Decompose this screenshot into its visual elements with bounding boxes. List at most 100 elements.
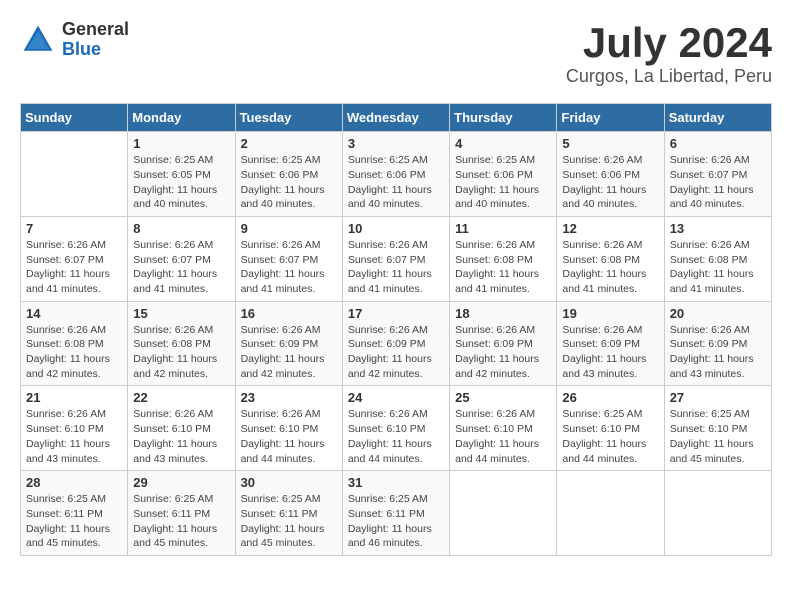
day-number: 29 xyxy=(133,475,229,490)
calendar-cell: 19 Sunrise: 6:26 AM Sunset: 6:09 PM Dayli… xyxy=(557,301,664,386)
day-info: Sunrise: 6:26 AM Sunset: 6:07 PM Dayligh… xyxy=(670,153,766,212)
calendar-cell: 18 Sunrise: 6:26 AM Sunset: 6:09 PM Dayli… xyxy=(450,301,557,386)
calendar-cell: 30 Sunrise: 6:25 AM Sunset: 6:11 PM Dayli… xyxy=(235,471,342,556)
logo-blue: Blue xyxy=(62,40,129,60)
day-info: Sunrise: 6:26 AM Sunset: 6:08 PM Dayligh… xyxy=(26,323,122,382)
day-number: 24 xyxy=(348,390,444,405)
day-info: Sunrise: 6:26 AM Sunset: 6:10 PM Dayligh… xyxy=(455,407,551,466)
day-info: Sunrise: 6:26 AM Sunset: 6:07 PM Dayligh… xyxy=(26,238,122,297)
day-info: Sunrise: 6:25 AM Sunset: 6:10 PM Dayligh… xyxy=(562,407,658,466)
day-info: Sunrise: 6:25 AM Sunset: 6:11 PM Dayligh… xyxy=(133,492,229,551)
day-number: 15 xyxy=(133,306,229,321)
day-info: Sunrise: 6:26 AM Sunset: 6:08 PM Dayligh… xyxy=(133,323,229,382)
calendar-cell xyxy=(664,471,771,556)
logo-general: General xyxy=(62,20,129,40)
calendar-cell xyxy=(450,471,557,556)
day-number: 31 xyxy=(348,475,444,490)
day-number: 3 xyxy=(348,136,444,151)
calendar-cell xyxy=(557,471,664,556)
calendar-cell: 21 Sunrise: 6:26 AM Sunset: 6:10 PM Dayli… xyxy=(21,386,128,471)
calendar-header-row: SundayMondayTuesdayWednesdayThursdayFrid… xyxy=(21,104,772,132)
calendar-cell: 6 Sunrise: 6:26 AM Sunset: 6:07 PM Daylig… xyxy=(664,132,771,217)
day-number: 23 xyxy=(241,390,337,405)
day-info: Sunrise: 6:26 AM Sunset: 6:08 PM Dayligh… xyxy=(562,238,658,297)
header: General Blue July 2024 Curgos, La Libert… xyxy=(20,20,772,87)
day-info: Sunrise: 6:26 AM Sunset: 6:07 PM Dayligh… xyxy=(241,238,337,297)
header-day-thursday: Thursday xyxy=(450,104,557,132)
day-number: 5 xyxy=(562,136,658,151)
day-number: 8 xyxy=(133,221,229,236)
day-info: Sunrise: 6:25 AM Sunset: 6:11 PM Dayligh… xyxy=(26,492,122,551)
day-number: 18 xyxy=(455,306,551,321)
day-info: Sunrise: 6:26 AM Sunset: 6:06 PM Dayligh… xyxy=(562,153,658,212)
day-info: Sunrise: 6:26 AM Sunset: 6:10 PM Dayligh… xyxy=(133,407,229,466)
calendar-cell: 11 Sunrise: 6:26 AM Sunset: 6:08 PM Dayli… xyxy=(450,216,557,301)
day-info: Sunrise: 6:26 AM Sunset: 6:07 PM Dayligh… xyxy=(348,238,444,297)
calendar-cell: 22 Sunrise: 6:26 AM Sunset: 6:10 PM Dayli… xyxy=(128,386,235,471)
title-area: July 2024 Curgos, La Libertad, Peru xyxy=(566,20,772,87)
day-number: 11 xyxy=(455,221,551,236)
logo-icon xyxy=(20,22,56,58)
day-info: Sunrise: 6:26 AM Sunset: 6:09 PM Dayligh… xyxy=(455,323,551,382)
day-number: 21 xyxy=(26,390,122,405)
day-info: Sunrise: 6:26 AM Sunset: 6:07 PM Dayligh… xyxy=(133,238,229,297)
day-number: 7 xyxy=(26,221,122,236)
header-day-wednesday: Wednesday xyxy=(342,104,449,132)
calendar-cell: 27Sunrise: 6:25 AM Sunset: 6:10 PM Dayli… xyxy=(664,386,771,471)
location-title: Curgos, La Libertad, Peru xyxy=(566,66,772,87)
header-day-tuesday: Tuesday xyxy=(235,104,342,132)
day-number: 26 xyxy=(562,390,658,405)
day-number: 4 xyxy=(455,136,551,151)
day-info: Sunrise: 6:26 AM Sunset: 6:09 PM Dayligh… xyxy=(348,323,444,382)
day-number: 30 xyxy=(241,475,337,490)
calendar-cell: 3 Sunrise: 6:25 AM Sunset: 6:06 PM Daylig… xyxy=(342,132,449,217)
day-info: Sunrise: 6:25 AM Sunset: 6:06 PM Dayligh… xyxy=(348,153,444,212)
day-number: 1 xyxy=(133,136,229,151)
calendar-table: SundayMondayTuesdayWednesdayThursdayFrid… xyxy=(20,103,772,556)
calendar-cell: 7 Sunrise: 6:26 AM Sunset: 6:07 PM Daylig… xyxy=(21,216,128,301)
calendar-week-2: 7 Sunrise: 6:26 AM Sunset: 6:07 PM Daylig… xyxy=(21,216,772,301)
calendar-cell: 5 Sunrise: 6:26 AM Sunset: 6:06 PM Daylig… xyxy=(557,132,664,217)
calendar-cell: 17 Sunrise: 6:26 AM Sunset: 6:09 PM Dayli… xyxy=(342,301,449,386)
day-info: Sunrise: 6:26 AM Sunset: 6:08 PM Dayligh… xyxy=(455,238,551,297)
day-number: 6 xyxy=(670,136,766,151)
calendar-week-1: 1 Sunrise: 6:25 AM Sunset: 6:05 PM Daylig… xyxy=(21,132,772,217)
day-info: Sunrise: 6:26 AM Sunset: 6:10 PM Dayligh… xyxy=(241,407,337,466)
calendar-cell: 13Sunrise: 6:26 AM Sunset: 6:08 PM Dayli… xyxy=(664,216,771,301)
calendar-cell: 31 Sunrise: 6:25 AM Sunset: 6:11 PM Dayli… xyxy=(342,471,449,556)
calendar-cell: 16Sunrise: 6:26 AM Sunset: 6:09 PM Dayli… xyxy=(235,301,342,386)
day-info: Sunrise: 6:25 AM Sunset: 6:05 PM Dayligh… xyxy=(133,153,229,212)
day-number: 19 xyxy=(562,306,658,321)
calendar-cell: 25Sunrise: 6:26 AM Sunset: 6:10 PM Dayli… xyxy=(450,386,557,471)
calendar-cell: 14Sunrise: 6:26 AM Sunset: 6:08 PM Dayli… xyxy=(21,301,128,386)
calendar-cell: 9 Sunrise: 6:26 AM Sunset: 6:07 PM Daylig… xyxy=(235,216,342,301)
header-day-sunday: Sunday xyxy=(21,104,128,132)
day-info: Sunrise: 6:26 AM Sunset: 6:09 PM Dayligh… xyxy=(562,323,658,382)
calendar-cell: 28 Sunrise: 6:25 AM Sunset: 6:11 PM Dayli… xyxy=(21,471,128,556)
day-info: Sunrise: 6:26 AM Sunset: 6:09 PM Dayligh… xyxy=(241,323,337,382)
day-info: Sunrise: 6:25 AM Sunset: 6:11 PM Dayligh… xyxy=(241,492,337,551)
calendar-cell: 4 Sunrise: 6:25 AM Sunset: 6:06 PM Daylig… xyxy=(450,132,557,217)
day-number: 28 xyxy=(26,475,122,490)
day-info: Sunrise: 6:25 AM Sunset: 6:06 PM Dayligh… xyxy=(455,153,551,212)
calendar-cell: 12Sunrise: 6:26 AM Sunset: 6:08 PM Dayli… xyxy=(557,216,664,301)
calendar-week-5: 28 Sunrise: 6:25 AM Sunset: 6:11 PM Dayli… xyxy=(21,471,772,556)
calendar-week-3: 14Sunrise: 6:26 AM Sunset: 6:08 PM Dayli… xyxy=(21,301,772,386)
calendar-cell: 23 Sunrise: 6:26 AM Sunset: 6:10 PM Dayli… xyxy=(235,386,342,471)
calendar-cell: 29 Sunrise: 6:25 AM Sunset: 6:11 PM Dayli… xyxy=(128,471,235,556)
day-number: 9 xyxy=(241,221,337,236)
header-day-friday: Friday xyxy=(557,104,664,132)
header-day-saturday: Saturday xyxy=(664,104,771,132)
day-info: Sunrise: 6:26 AM Sunset: 6:10 PM Dayligh… xyxy=(348,407,444,466)
calendar-cell: 15 Sunrise: 6:26 AM Sunset: 6:08 PM Dayli… xyxy=(128,301,235,386)
day-number: 22 xyxy=(133,390,229,405)
day-number: 13 xyxy=(670,221,766,236)
calendar-cell: 1 Sunrise: 6:25 AM Sunset: 6:05 PM Daylig… xyxy=(128,132,235,217)
day-info: Sunrise: 6:26 AM Sunset: 6:10 PM Dayligh… xyxy=(26,407,122,466)
day-info: Sunrise: 6:25 AM Sunset: 6:11 PM Dayligh… xyxy=(348,492,444,551)
day-number: 17 xyxy=(348,306,444,321)
day-info: Sunrise: 6:26 AM Sunset: 6:09 PM Dayligh… xyxy=(670,323,766,382)
calendar-cell xyxy=(21,132,128,217)
day-number: 2 xyxy=(241,136,337,151)
day-number: 20 xyxy=(670,306,766,321)
